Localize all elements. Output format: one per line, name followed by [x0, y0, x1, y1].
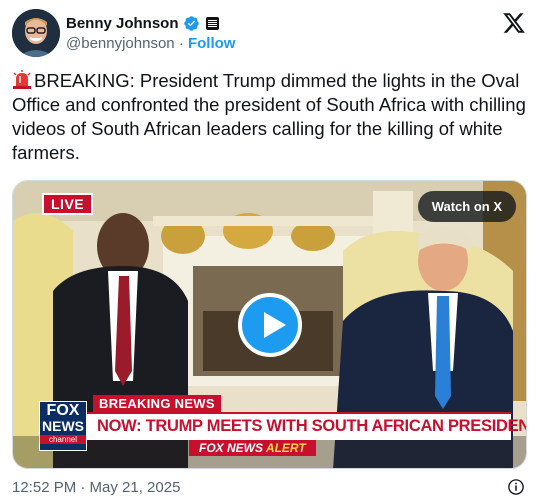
- breaking-news-label: BREAKING NEWS: [93, 395, 221, 412]
- fox-logo-text-3: channel: [40, 435, 86, 444]
- author-names: Benny Johnson @bennyjohnson · Follow: [66, 13, 235, 53]
- fox-news-logo: FOX NEWS channel: [39, 401, 87, 451]
- display-name[interactable]: Benny Johnson: [66, 15, 179, 32]
- police-light-emoji-icon: [13, 70, 31, 89]
- timestamp[interactable]: 12:52 PM · May 21, 2025: [12, 479, 180, 496]
- headline-text: NOW: TRUMP MEETS WITH SOUTH AFRICAN PRES…: [97, 417, 527, 435]
- headline-bar: NOW: TRUMP MEETS WITH SOUTH AFRICAN PRES…: [87, 412, 526, 440]
- live-badge: LIVE: [42, 193, 94, 215]
- news-lower-third: BREAKING NEWS NOW: TRUMP MEETS WITH SOUT…: [39, 395, 526, 456]
- watch-on-x-button[interactable]: Watch on X: [417, 191, 516, 222]
- avatar[interactable]: [12, 9, 60, 57]
- tweet-body: BREAKING: President Trump dimmed the lig…: [12, 70, 526, 163]
- info-icon[interactable]: [507, 478, 525, 496]
- fox-logo-text-2: NEWS: [42, 418, 84, 434]
- affiliate-badge-icon: [205, 16, 219, 30]
- separator: ·: [178, 35, 184, 52]
- follow-button[interactable]: Follow: [188, 35, 236, 52]
- fox-news-alert-bar: FOX NEWS ALERT: [189, 440, 316, 456]
- handle[interactable]: @bennyjohnson: [66, 35, 175, 52]
- alert-prefix: FOX NEWS: [199, 441, 264, 455]
- handle-row: @bennyjohnson · Follow: [66, 35, 235, 52]
- fox-logo-text-1: FOX: [46, 402, 80, 419]
- tweet-text: BREAKING: President Trump dimmed the lig…: [12, 69, 532, 165]
- alert-suffix: ALERT: [265, 441, 306, 455]
- tweet-header: Benny Johnson @bennyjohnson · Follow: [12, 9, 532, 57]
- x-logo-icon[interactable]: [502, 11, 526, 35]
- video-player[interactable]: LIVE Watch on X BREAKING NEWS NOW: TRUMP…: [12, 180, 527, 469]
- play-button[interactable]: [238, 293, 302, 357]
- verified-badge-icon: [183, 15, 199, 31]
